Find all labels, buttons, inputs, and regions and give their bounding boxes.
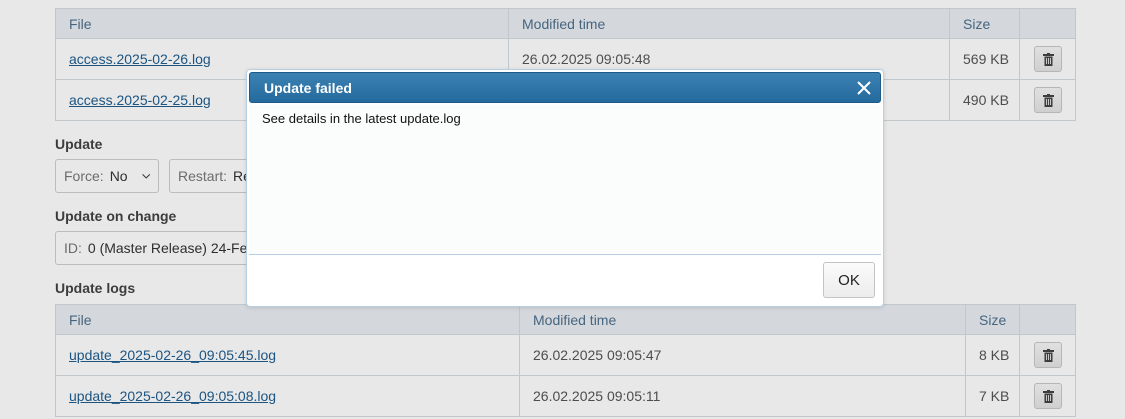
dialog-title: Update failed xyxy=(264,79,352,96)
page: File Modified time Size access.2025-02-2… xyxy=(0,0,1125,419)
close-button[interactable] xyxy=(854,78,874,98)
dialog-message: See details in the latest update.log xyxy=(262,111,461,126)
dialog-header[interactable]: Update failed xyxy=(249,72,881,103)
update-failed-dialog: Update failed See details in the latest … xyxy=(246,69,884,307)
close-icon xyxy=(857,81,871,95)
dialog-body: See details in the latest update.log xyxy=(249,105,881,254)
ok-button[interactable]: OK xyxy=(823,262,875,298)
dialog-footer: OK xyxy=(249,255,881,304)
